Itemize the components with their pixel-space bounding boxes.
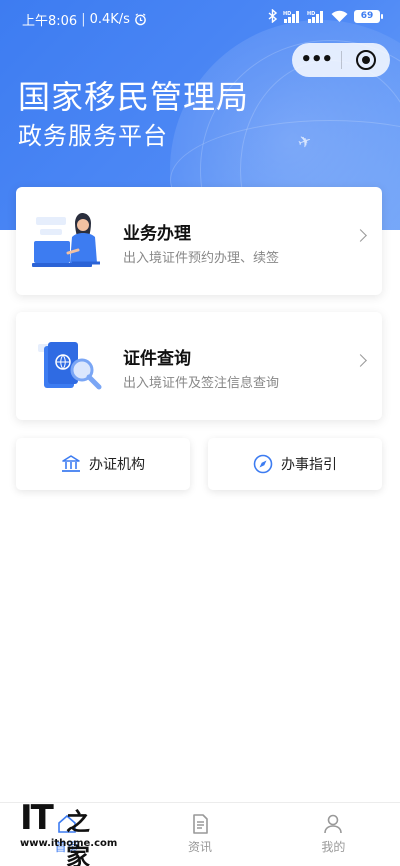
close-miniprogram-button[interactable] [341,50,390,70]
document-icon [193,814,208,834]
certification-agencies-button[interactable]: 办证机构 [16,438,190,490]
status-time: 上午8:06 [22,14,78,29]
user-icon [324,814,343,834]
bank-building-icon [62,455,80,472]
business-service-card[interactable]: 业务办理 出入境证件预约办理、续签 [16,187,382,295]
svg-text:HD: HD [283,11,291,17]
battery-level: 69 [360,11,374,21]
tab-news[interactable]: 资讯 [133,803,266,866]
card-title: 业务办理 [123,224,191,244]
service-guide-button[interactable]: 办事指引 [208,438,382,490]
quick-link-label: 办事指引 [281,457,337,473]
watermark-logo-zh: 之家 [66,807,90,866]
status-left: 上午8:06 | 0.4K/s [22,10,147,29]
status-right: HD HD 69 [268,9,383,23]
svg-text:HD: HD [307,11,315,17]
target-icon [355,50,376,70]
miniprogram-capsule: ••• [292,43,390,77]
status-bar: 上午8:06 | 0.4K/s HD HD 69 [0,0,400,36]
page-subtitle: 政务服务平台 [18,122,168,150]
chevron-right-icon [354,354,367,367]
bluetooth-icon [268,9,277,23]
signal-icon: HD [283,10,299,23]
tab-label: 我的 [321,840,346,854]
status-separator: | [81,12,86,27]
card-title: 证件查询 [123,349,191,369]
chevron-right-icon [354,229,367,242]
battery-icon: 69 [354,9,383,23]
card-description: 出入境证件预约办理、续签 [123,251,280,266]
signal-icon-2: HD [307,10,323,23]
more-options-icon[interactable]: ••• [292,43,341,77]
network-speed: 0.4K/s [89,12,130,27]
page-title: 国家移民管理局 [18,78,250,116]
person-laptop-illustration [32,213,100,267]
watermark-url: www.ithome.com [20,838,118,849]
tab-mine[interactable]: 我的 [267,803,400,866]
ithome-watermark: IT 之家 www.ithome.com [20,798,117,866]
compass-icon [253,454,273,474]
wifi-icon [331,10,348,22]
tab-label: 资讯 [187,840,212,854]
passport-search-illustration [38,342,102,390]
card-description: 出入境证件及签注信息查询 [123,376,280,391]
alarm-icon [135,13,146,26]
certificate-query-card[interactable]: 证件查询 出入境证件及签注信息查询 [16,312,382,420]
watermark-logo: IT [20,798,54,838]
quick-link-label: 办证机构 [89,457,145,473]
